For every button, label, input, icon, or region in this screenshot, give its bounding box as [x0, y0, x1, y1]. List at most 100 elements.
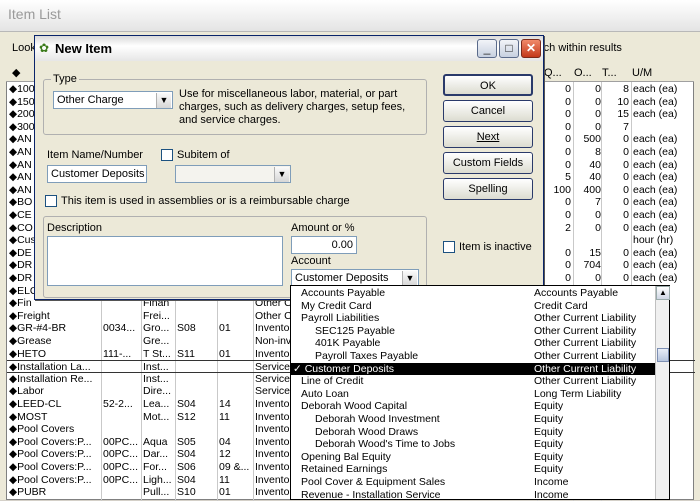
item-list-cell-c6: 0: [595, 120, 601, 133]
account-option-name: Payroll Liabilities: [301, 312, 380, 325]
item-list-cell-um: each (ea): [633, 83, 678, 95]
subitem-select[interactable]: ▼: [175, 165, 291, 183]
account-option-name: My Credit Card: [301, 299, 372, 312]
item-name-input[interactable]: Customer Deposits: [47, 165, 147, 183]
description-textarea[interactable]: [47, 236, 283, 286]
item-list-cell-c7: 0: [623, 196, 629, 209]
new-item-dialog: ✿ New Item _ □ ✕ Type Other Charge ▼ Use…: [34, 35, 544, 300]
type-description: Use for miscellaneous labor, material, o…: [179, 88, 406, 126]
search-within-results-checkbox[interactable]: rch within results: [540, 42, 622, 54]
item-list-cell-c6: 0: [595, 221, 601, 234]
item-list-cell-name: ◆HETO: [9, 347, 47, 360]
account-option-name: Line of Credit: [301, 375, 364, 388]
type-select[interactable]: Other Charge ▼: [53, 91, 173, 109]
amount-input[interactable]: 0.00: [291, 236, 357, 254]
item-list-cell-c4b: 11: [219, 473, 230, 486]
scrollbar-thumb[interactable]: [657, 348, 669, 362]
item-list-cell-name: ◆LEED-CL: [9, 398, 62, 410]
account-option-type: Income: [534, 488, 569, 501]
item-list-cell-c6: 0: [595, 272, 601, 284]
account-option[interactable]: Revenue - Installation Service Income: [291, 489, 655, 501]
item-list-cell-name: ◆GR-#4-BR: [9, 322, 67, 335]
item-list-cell-um: each (ea): [633, 196, 678, 209]
account-option[interactable]: Retained Earnings Equity: [291, 463, 655, 476]
account-option-type: Equity: [534, 438, 564, 451]
item-list-cell-c6: 0: [595, 209, 601, 221]
item-list-cell-c3: For...: [143, 461, 167, 473]
item-list-cell-c4: S04: [177, 398, 196, 410]
account-option[interactable]: Line of Credit Other Current Liability: [291, 375, 655, 388]
subitem-checkbox[interactable]: [161, 149, 173, 161]
item-list-cell-name: ◆Pool Covers:P...: [9, 435, 92, 448]
close-button[interactable]: ✕: [521, 39, 541, 58]
account-option[interactable]: Accounts Payable Accounts Payable: [291, 287, 655, 300]
header-diamond[interactable]: ◆: [12, 66, 20, 80]
header-total[interactable]: T...: [602, 66, 617, 80]
assembly-checkbox-label: This item is used in assemblies or is a …: [61, 195, 350, 207]
account-dropdown-list[interactable]: Accounts Payable Accounts Payable My Credi…: [290, 285, 670, 501]
dropdown-scrollbar[interactable]: ▲: [655, 286, 670, 499]
account-option[interactable]: SEC125 Payable Other Current Liability: [291, 325, 655, 338]
custom-fields-button[interactable]: Custom Fields: [443, 152, 533, 174]
item-list-cell-um: each (ea): [633, 158, 678, 171]
account-option[interactable]: Deborah Wood's Time to Jobs Equity: [291, 438, 655, 451]
next-button[interactable]: Next: [443, 126, 533, 148]
account-option[interactable]: Deborah Wood Investment Equity: [291, 413, 655, 426]
account-option-name: ✓ Customer Deposits: [293, 362, 394, 375]
account-option-name: Accounts Payable: [301, 287, 386, 299]
account-option[interactable]: Payroll Liabilities Other Current Liabili…: [291, 312, 655, 325]
dialog-title: New Item: [55, 41, 113, 56]
spelling-button[interactable]: Spelling: [443, 178, 533, 200]
item-list-cell-c4b: 04: [219, 435, 231, 448]
account-option[interactable]: ✓ Customer Deposits Other Current Liabili…: [291, 362, 655, 376]
item-list-cell-c4b: 01: [219, 322, 231, 335]
item-list-cell-c2: 111-...: [103, 347, 132, 360]
account-option[interactable]: Deborah Wood Capital Equity: [291, 400, 655, 413]
item-list-cell-name: ◆Pool Covers: [9, 423, 75, 436]
item-list-cell-c2: 00PC...: [103, 473, 139, 486]
header-on-order[interactable]: O...: [574, 66, 592, 80]
item-list-cell-c7: 7: [623, 120, 629, 133]
assembly-checkbox[interactable]: [45, 195, 57, 207]
item-list-cell-c4: S04: [177, 448, 196, 461]
item-list-cell-c7: 0: [623, 146, 629, 158]
header-um[interactable]: U/M: [632, 66, 652, 80]
inactive-checkbox[interactable]: [443, 241, 455, 253]
item-list-cell-um: each (ea): [633, 171, 678, 184]
item-list-cell-c6: 8: [595, 146, 601, 158]
item-list-cell-um: each (ea): [633, 246, 678, 259]
account-option[interactable]: Auto Loan Long Term Liability: [291, 388, 655, 401]
item-list-cell-c3: Aqua: [143, 435, 168, 448]
scroll-up-icon[interactable]: ▲: [656, 286, 670, 300]
account-option[interactable]: Payroll Taxes Payable Other Current Liabi…: [291, 350, 655, 363]
account-option-type: Credit Card: [534, 299, 588, 312]
account-option-name: Revenue - Installation Service: [301, 488, 441, 501]
item-list-cell-c3: Dar...: [143, 448, 169, 461]
chevron-down-icon[interactable]: ▼: [402, 271, 417, 286]
account-option-name: Payroll Taxes Payable: [315, 350, 419, 362]
ok-button[interactable]: OK: [443, 74, 533, 96]
header-qty[interactable]: Q...: [544, 66, 562, 80]
account-option[interactable]: Deborah Wood Draws Equity: [291, 426, 655, 439]
account-option[interactable]: 401K Payable Other Current Liability: [291, 337, 655, 350]
item-list-titlebar: Item List: [0, 0, 700, 32]
item-list-cell-c2: 00PC...: [103, 448, 139, 461]
item-list-cell-c2: 52-2...: [103, 398, 133, 410]
cancel-button[interactable]: Cancel: [443, 100, 533, 122]
item-list-cell-c6: 0: [595, 108, 601, 121]
item-list-cell-c7: 0: [623, 158, 629, 171]
account-option[interactable]: Pool Cover & Equipment Sales Income: [291, 476, 655, 489]
item-list-cell-c6: 0: [595, 83, 601, 95]
item-list-cell-um: each (ea): [633, 146, 678, 158]
account-option[interactable]: My Credit Card Credit Card: [291, 300, 655, 313]
maximize-button[interactable]: □: [499, 39, 519, 58]
dialog-titlebar[interactable]: ✿ New Item _ □ ✕: [35, 36, 543, 61]
item-list-cell-c3: Frei...: [143, 309, 170, 322]
item-list-cell-c7: 10: [617, 95, 629, 108]
account-option[interactable]: Opening Bal Equity Equity: [291, 451, 655, 464]
chevron-down-icon[interactable]: ▼: [156, 93, 171, 108]
item-list-cell-c4b: 12: [219, 448, 231, 461]
chevron-down-icon[interactable]: ▼: [274, 167, 289, 182]
minimize-button[interactable]: _: [477, 39, 497, 58]
item-list-cell-name: ◆MOST: [9, 410, 48, 423]
